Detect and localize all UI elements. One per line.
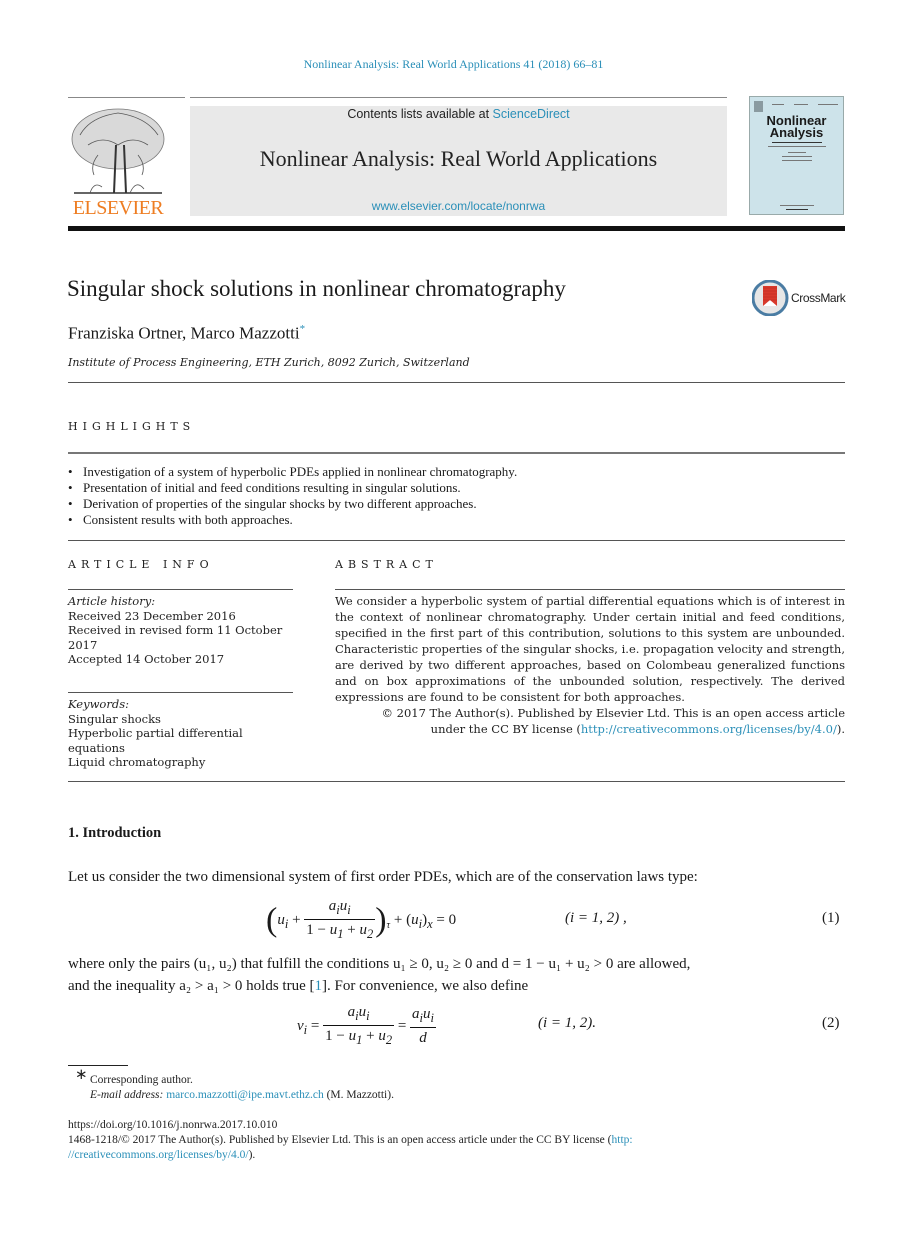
divider	[68, 781, 845, 782]
keyword: Singular shocks	[68, 711, 161, 726]
abstract-copyright: © 2017 The Author(s). Published by Elsev…	[335, 705, 845, 737]
abstract-heading: ABSTRACT	[335, 558, 438, 571]
footer-license-link-part2[interactable]: //creativecommons.org/licenses/by/4.0/	[68, 1149, 249, 1161]
article-info-heading: ARTICLE INFO	[68, 558, 214, 571]
highlights-list: Investigation of a system of hyperbolic …	[68, 464, 845, 528]
cover-line	[818, 104, 838, 105]
equation-2-condition: (i = 1, 2).	[538, 1015, 597, 1031]
equation-1-condition: (i = 1, 2) ,	[565, 910, 627, 926]
history-received: Received 23 December 2016	[68, 608, 236, 623]
history-label: Article history:	[68, 594, 156, 608]
keyword: Hyperbolic partial differential equation…	[68, 726, 243, 755]
header-rule-left	[68, 97, 185, 98]
affiliation: Institute of Process Engineering, ETH Zu…	[68, 356, 470, 369]
keywords-label: Keywords:	[68, 697, 129, 711]
contents-prefix: Contents lists available at	[347, 107, 493, 121]
divider	[68, 382, 845, 383]
footnote-corresponding: Corresponding author.	[90, 1074, 193, 1086]
sciencedirect-link[interactable]: ScienceDirect	[493, 107, 570, 121]
cover-line	[782, 156, 812, 157]
abstract: We consider a hyperbolic system of parti…	[335, 593, 845, 737]
article-history: Article history: Received 23 December 20…	[68, 594, 293, 667]
email-label: E-mail address:	[90, 1089, 167, 1101]
author-names: Franziska Ortner, Marco Mazzotti	[68, 323, 300, 343]
journal-reference[interactable]: Nonlinear Analysis: Real World Applicati…	[0, 57, 907, 72]
divider	[68, 452, 845, 454]
footer-license-suffix: ).	[248, 1149, 256, 1161]
cover-title-line2: Analysis	[769, 125, 824, 140]
journal-homepage-link[interactable]: www.elsevier.com/locate/nonrwa	[190, 199, 727, 213]
abstract-text: We consider a hyperbolic system of parti…	[335, 594, 845, 704]
copyright-line1: © 2017 The Author(s). Published by Elsev…	[381, 706, 845, 720]
contents-line: Contents lists available at ScienceDirec…	[190, 107, 727, 121]
journal-title: Nonlinear Analysis: Real World Applicati…	[259, 146, 658, 171]
cover-line	[780, 205, 814, 206]
highlight-item: Investigation of a system of hyperbolic …	[68, 464, 845, 480]
crossmark-label[interactable]: CrossMark	[791, 291, 846, 305]
header-rule	[190, 97, 727, 98]
intro-paragraph-2-line1: where only the pairs (u₁, u₂) that fulfi…	[68, 956, 691, 972]
cover-line	[782, 160, 812, 161]
intro-paragraph-2-line2-suffix: ]. For convenience, we also define	[321, 978, 529, 994]
highlight-item: Presentation of initial and feed conditi…	[68, 480, 845, 496]
divider	[68, 692, 293, 693]
footnote-star: ∗	[75, 1067, 88, 1083]
cover-publisher-icon	[754, 101, 763, 112]
cover-line	[788, 152, 806, 153]
cover-line	[794, 104, 808, 105]
highlights-heading: HIGHLIGHTS	[68, 420, 196, 433]
email-link[interactable]: marco.mazzotti@ipe.mavt.ethz.ch	[166, 1089, 323, 1101]
history-revised: Received in revised form 11 October 2017	[68, 623, 283, 652]
divider	[68, 540, 845, 541]
copyright-line2-suffix: ).	[836, 722, 845, 736]
paper-title: Singular shock solutions in nonlinear ch…	[67, 276, 566, 301]
footer-license-link-part1[interactable]: http:	[612, 1134, 633, 1146]
intro-paragraph-2-line2-prefix: and the inequality a₂ > a₁ > 0 holds tru…	[68, 978, 315, 994]
issn-line: 1468-1218/© 2017 The Author(s). Publishe…	[68, 1134, 612, 1146]
authors: Franziska Ortner, Marco Mazzotti*	[68, 323, 305, 344]
copyright-line2-prefix: under the CC BY license (	[430, 722, 581, 736]
history-accepted: Accepted 14 October 2017	[68, 652, 225, 667]
equation-2: vi = aiui 1 − u1 + u2 = aiui d	[297, 1004, 436, 1047]
issn-copyright: 1468-1218/© 2017 The Author(s). Publishe…	[68, 1133, 845, 1163]
divider	[335, 589, 845, 590]
license-link[interactable]: http://creativecommons.org/licenses/by/4…	[581, 722, 837, 736]
footnote-email: E-mail address: marco.mazzotti@ipe.mavt.…	[90, 1088, 394, 1103]
cover-line	[772, 104, 784, 105]
cover-line	[786, 209, 808, 210]
journal-cover-thumbnail[interactable]: Nonlinear Analysis	[749, 96, 844, 215]
highlight-item: Derivation of properties of the singular…	[68, 496, 845, 512]
email-suffix: (M. Mazzotti).	[323, 1089, 394, 1101]
doi-link[interactable]: https://doi.org/10.1016/j.nonrwa.2017.10…	[68, 1118, 277, 1133]
section-heading-introduction: 1. Introduction	[68, 825, 162, 841]
highlight-item: Consistent results with both approaches.	[68, 512, 845, 528]
corresponding-author-mark[interactable]: *	[300, 323, 306, 335]
cover-line	[772, 142, 822, 143]
elsevier-wordmark: ELSEVIER	[72, 197, 164, 219]
cover-line	[768, 146, 826, 147]
equation-2-number: (2)	[822, 1015, 840, 1031]
intro-paragraph-1: Let us consider the two dimensional syst…	[68, 869, 698, 885]
keyword: Liquid chromatography	[68, 755, 206, 770]
keywords: Keywords: Singular shocks Hyperbolic par…	[68, 697, 293, 770]
intro-paragraph-2: where only the pairs (u₁, u₂) that fulfi…	[68, 953, 845, 997]
footnote-rule	[68, 1065, 128, 1066]
header-thick-rule	[68, 226, 845, 231]
divider	[68, 589, 293, 590]
equation-1-number: (1)	[822, 910, 840, 926]
cover-title: Nonlinear Analysis	[750, 114, 843, 140]
citation-link[interactable]: 1	[314, 978, 322, 994]
equation-1: (ui + aiui 1 − u1 + u2)τ + (ui)x = 0	[266, 898, 457, 941]
